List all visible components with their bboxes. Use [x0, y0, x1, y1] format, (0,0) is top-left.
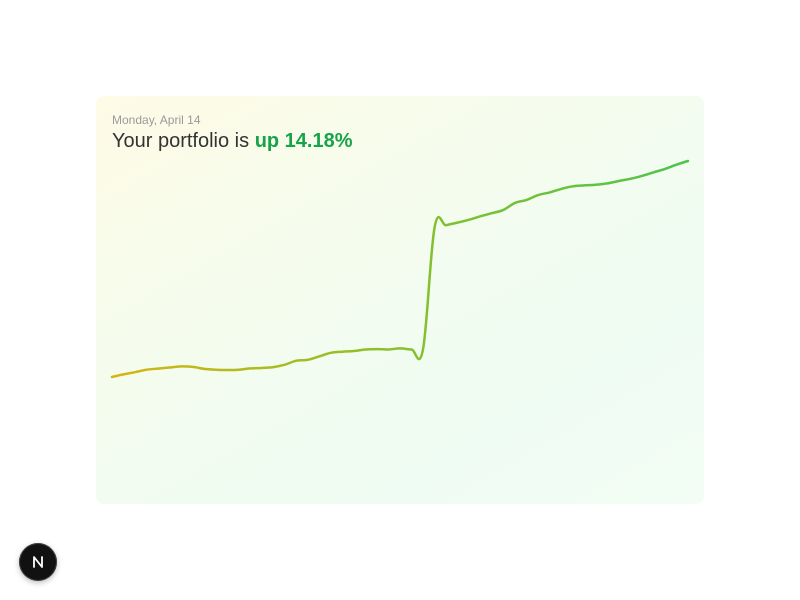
nextjs-dev-badge[interactable]	[19, 543, 57, 581]
portfolio-chart	[110, 159, 690, 379]
portfolio-value-line	[110, 159, 690, 379]
portfolio-headline: Your portfolio is up 14.18%	[112, 130, 353, 153]
headline-change-value: up 14.18%	[254, 130, 353, 152]
nextjs-logo-icon	[33, 556, 43, 568]
headline-prefix: Your portfolio is	[112, 130, 250, 152]
date-label: Monday, April 14	[112, 113, 201, 127]
portfolio-card: Monday, April 14 Your portfolio is up 14…	[96, 96, 704, 504]
